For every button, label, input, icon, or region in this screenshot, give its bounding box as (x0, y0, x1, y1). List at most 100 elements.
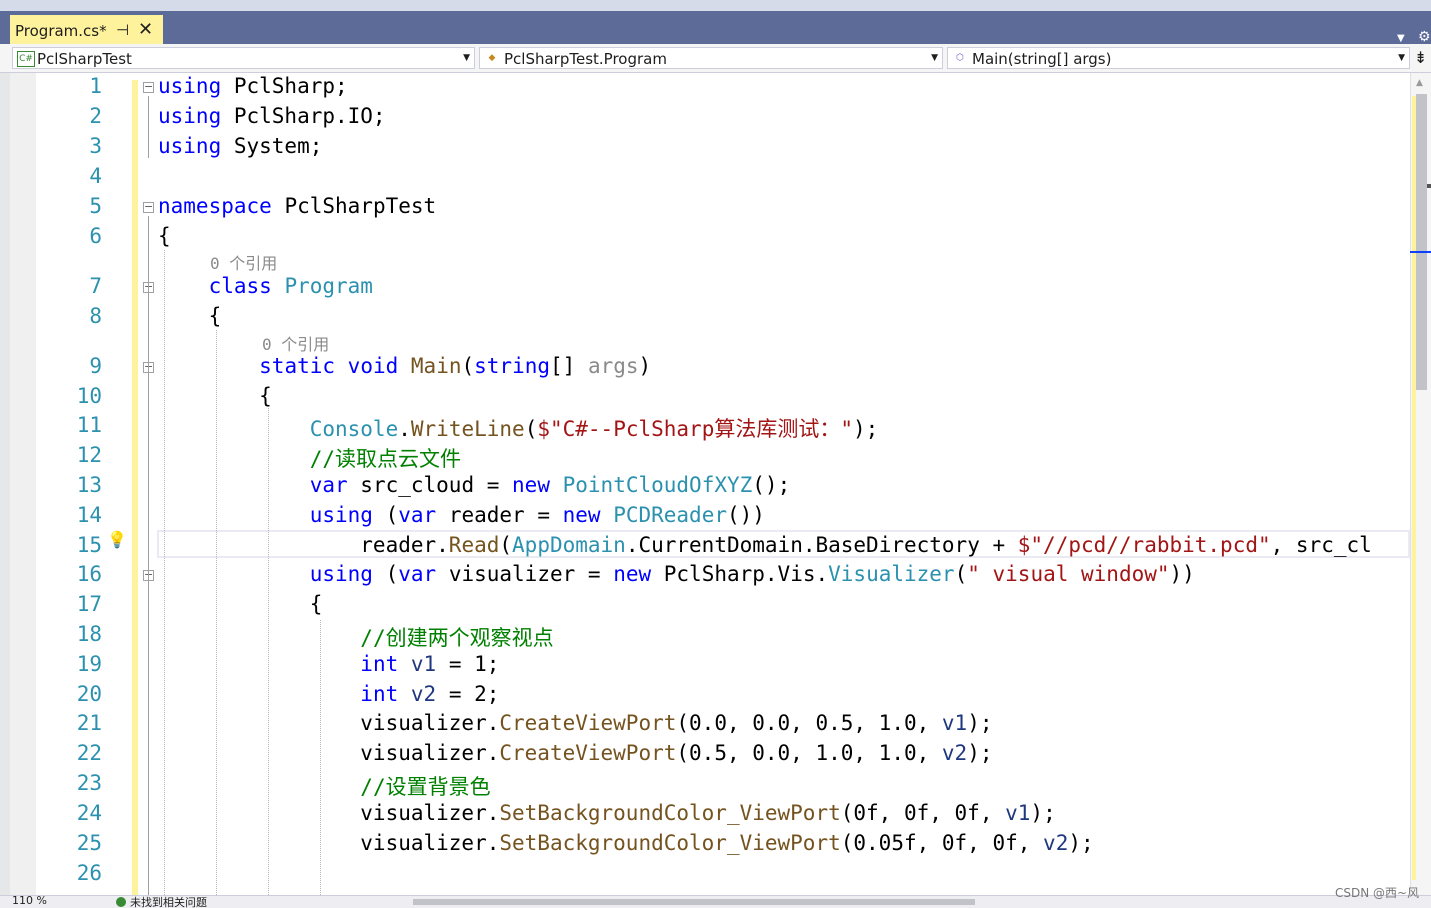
indent-guide (164, 250, 165, 895)
code-token: v1 (1005, 801, 1031, 825)
window-top-strip (0, 0, 1431, 11)
code-token: { (158, 592, 323, 616)
code-token: using (158, 134, 222, 158)
no-issues-icon (116, 897, 126, 907)
code-line[interactable]: visualizer.CreateViewPort(0.5, 0.0, 1.0,… (158, 741, 992, 765)
code-token: AppDomain (512, 533, 626, 557)
code-token: visualizer. (158, 741, 500, 765)
code-token: int (360, 682, 399, 706)
code-token: PointCloudOfXYZ (562, 473, 753, 497)
watermark: CSDN @西~风 (1335, 886, 1420, 900)
code-line[interactable]: visualizer.SetBackgroundColor_ViewPort(0… (158, 801, 1055, 825)
tab-list-dropdown-icon[interactable]: ▼ (1397, 33, 1405, 44)
code-token: $"C#--PclSharp算法库测试：" (537, 417, 853, 441)
fold-toggle-icon[interactable]: − (143, 81, 154, 93)
code-token: PclSharpTest (271, 194, 437, 218)
code-line[interactable]: int v1 = 1; (158, 652, 499, 676)
code-line[interactable]: //设置背景色 (158, 771, 490, 801)
code-token: , src_cl (1270, 533, 1372, 557)
indent-guide (320, 620, 321, 895)
code-line[interactable]: visualizer.SetBackgroundColor_ViewPort(0… (158, 831, 1094, 855)
horizontal-scrollbar-thumb[interactable] (413, 899, 975, 905)
issues-status[interactable]: 未找到相关问题 (130, 896, 207, 908)
scrollbar-error-marker (1427, 184, 1431, 188)
scrollbar-thumb[interactable] (1416, 94, 1427, 390)
code-line[interactable]: //创建两个观察视点 (158, 622, 553, 652)
code-line[interactable]: using PclSharp; (158, 74, 348, 98)
line-number: 14 (76, 503, 102, 527)
code-token: ); (967, 711, 993, 735)
code-token: CreateViewPort (499, 741, 677, 765)
code-token: v2 (1043, 831, 1069, 855)
code-token: ); (1068, 831, 1094, 855)
chevron-down-icon: ▼ (463, 53, 470, 63)
split-window-icon[interactable]: ⇟ (1414, 48, 1427, 67)
method-icon: ⬡ (956, 53, 964, 63)
code-token: visualizer. (158, 801, 500, 825)
line-number: 19 (76, 652, 102, 676)
code-line[interactable]: reader.Read(AppDomain.CurrentDomain.Base… (158, 533, 1372, 557)
close-icon[interactable]: ✕ (138, 19, 153, 40)
code-token: new (512, 473, 550, 497)
type-dropdown[interactable]: ◆ PclSharpTest.Program ▼ (479, 47, 943, 69)
code-token: var (398, 562, 437, 586)
code-line[interactable]: { (158, 224, 171, 248)
code-line[interactable]: static void Main(string[] args) (158, 354, 651, 378)
zoom-level[interactable]: 110 % (12, 896, 47, 907)
line-number: 25 (76, 831, 102, 855)
line-number: 15 (76, 533, 102, 557)
code-line[interactable]: var src_cloud = new PointCloudOfXYZ(); (158, 473, 791, 497)
code-line[interactable]: using System; (158, 134, 322, 158)
code-line[interactable]: { (158, 384, 272, 408)
tab-program-cs[interactable]: Program.cs* ⊣ ✕ (10, 15, 163, 44)
code-line[interactable]: Console.WriteLine($"C#--PclSharp算法库测试：")… (158, 413, 879, 443)
code-token: new (613, 562, 652, 586)
code-token: src_cloud = (347, 473, 513, 497)
code-token: void (347, 354, 399, 378)
line-number: 11 (76, 413, 102, 437)
code-line[interactable]: using (var visualizer = new PclSharp.Vis… (158, 562, 1195, 586)
line-number: 6 (89, 224, 102, 248)
code-token: { (158, 384, 272, 408)
code-line[interactable]: int v2 = 2; (158, 682, 499, 706)
code-token: class (208, 274, 272, 298)
code-line[interactable]: //读取点云文件 (158, 443, 461, 473)
indent-guide (216, 330, 217, 895)
code-token: int (360, 652, 399, 676)
code-token: SetBackgroundColor_ViewPort (499, 801, 841, 825)
code-line[interactable]: class Program (158, 274, 373, 298)
code-token: visualizer. (158, 711, 500, 735)
project-dropdown[interactable]: C# PclSharpTest ▼ (12, 47, 475, 69)
code-token: visualizer. (158, 831, 500, 855)
code-token: ( (372, 562, 399, 586)
line-number: 22 (76, 741, 102, 765)
code-token: CreateViewPort (499, 711, 677, 735)
code-line[interactable]: using PclSharp.IO; (158, 104, 386, 128)
fold-toggle-icon[interactable]: − (143, 201, 154, 213)
code-token: PclSharp.IO; (221, 104, 386, 128)
line-number: 4 (89, 164, 102, 188)
gear-icon[interactable]: ⚙ (1418, 29, 1431, 45)
line-number: 9 (89, 354, 102, 378)
code-token: (); (752, 473, 791, 497)
code-line[interactable]: { (158, 304, 222, 328)
references-codelens[interactable]: 0 个引用 (262, 331, 329, 355)
code-line[interactable]: { (158, 592, 323, 616)
editor-status-bar: 110 % 未找到相关问题 (0, 895, 1431, 908)
code-line[interactable]: using (var reader = new PCDReader()) (158, 503, 765, 527)
member-dropdown[interactable]: ⬡ Main(string[] args) ▼ (947, 47, 1410, 69)
csharp-project-icon: C# (17, 51, 35, 67)
lightbulb-icon[interactable]: 💡 (107, 530, 127, 549)
code-line[interactable]: visualizer.CreateViewPort(0.0, 0.0, 0.5,… (158, 711, 993, 735)
code-line[interactable]: namespace PclSharpTest (158, 194, 436, 218)
scroll-up-icon[interactable]: ▲ (1416, 78, 1423, 88)
references-codelens[interactable]: 0 个引用 (210, 250, 277, 274)
pin-icon[interactable]: ⊣ (116, 21, 129, 39)
code-token: [] (550, 354, 588, 378)
